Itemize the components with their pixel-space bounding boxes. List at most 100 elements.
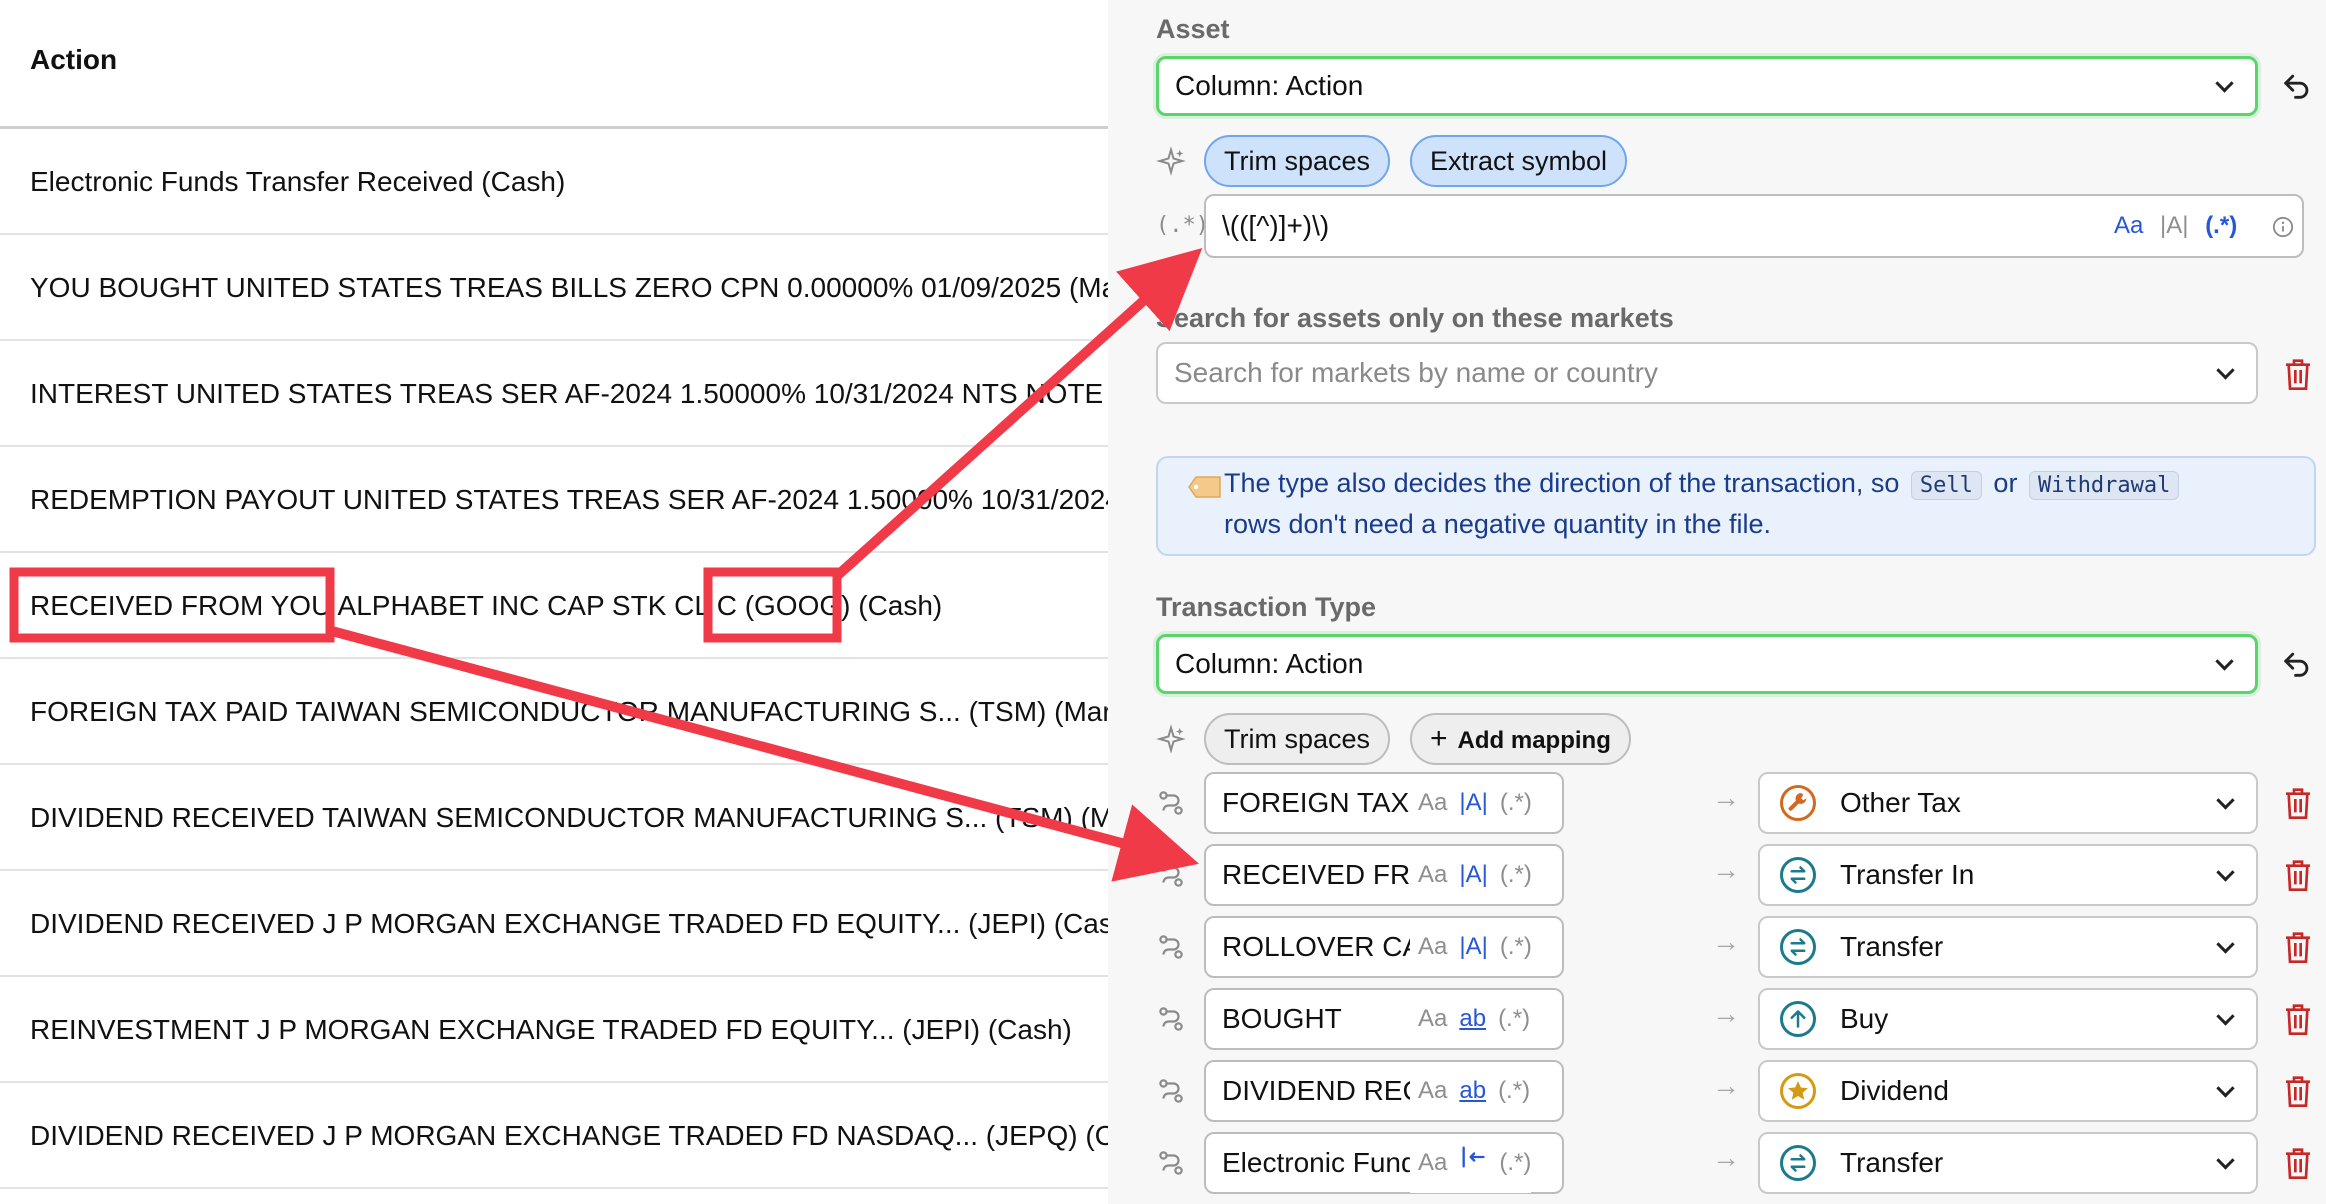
chevron-down-icon [2216, 1151, 2235, 1170]
mapping-pattern-input[interactable]: Electronic Funds Transfer Aa (.*) [1204, 1132, 1564, 1194]
mapping-pattern-input[interactable]: RECEIVED FROM YOU Aa |A| (.*) [1204, 844, 1564, 906]
transaction-type-label: Transaction Type [1156, 592, 1377, 622]
mapping-row: ROLLOVER CASH DIRECT Aa|A|(.*) → Transfe… [1108, 916, 2326, 978]
mapping-pattern-input[interactable]: FOREIGN TAX PAID TAIWAN Aa|A|(.*) [1204, 772, 1564, 834]
mapping-row: BOUGHT Aa ab (.*) → Buy [1108, 988, 2326, 1050]
arrow-right-icon: → [1712, 1070, 1740, 1101]
mapping-type-select[interactable]: Dividend [1758, 1060, 2258, 1122]
trash-icon[interactable] [2282, 785, 2314, 821]
substring-toggle[interactable]: ab [1459, 1077, 1486, 1104]
tag-icon [1188, 476, 1221, 498]
whole-word-toggle[interactable]: |A| [2160, 212, 2188, 239]
match-case-toggle[interactable]: Aa [2114, 212, 2143, 239]
table-row[interactable]: REDEMPTION PAYOUT UNITED STATES TREAS SE… [0, 447, 1108, 553]
mapping-rule-icon [1156, 788, 1186, 818]
add-mapping-button[interactable]: + Add mapping [1410, 713, 1631, 765]
table-row[interactable]: YOU BOUGHT UNITED STATES TREAS BILLS ZER… [0, 235, 1108, 341]
chevron-down-icon [2216, 1079, 2235, 1098]
withdrawal-code: Withdrawal [2028, 471, 2180, 500]
mapping-type-select[interactable]: Buy [1758, 988, 2258, 1050]
substring-toggle[interactable]: ab [1459, 1005, 1486, 1032]
asset-regex-input[interactable]: \(([^)]+)\) Aa |A| (.*) [1204, 194, 2304, 258]
whole-word-toggle[interactable]: |A| [1459, 933, 1487, 960]
transaction-type-column-select[interactable]: Column: Action [1156, 634, 2258, 694]
mapping-rule-icon [1156, 860, 1186, 890]
markets-select[interactable]: Search for markets by name or country [1156, 342, 2258, 404]
star-icon [1780, 1073, 1816, 1109]
chevron-down-icon [2216, 361, 2235, 380]
chevron-down-icon [2215, 74, 2234, 93]
table-header: Action [0, 0, 1108, 129]
mapping-rule-icon [1156, 1076, 1186, 1106]
transfer-icon [1780, 857, 1816, 893]
table-row[interactable]: Electronic Funds Transfer Received (Cash… [0, 129, 1108, 235]
transfer-icon [1780, 929, 1816, 965]
mapping-type-select[interactable]: Transfer In [1758, 844, 2258, 906]
column-header-action[interactable]: Action [30, 44, 117, 76]
import-mapping-panel: Asset Column: Action Trim spaces Extract… [1108, 0, 2326, 1204]
match-case-toggle[interactable]: Aa [1418, 789, 1447, 816]
info-icon[interactable] [2272, 216, 2294, 238]
arrow-right-icon: → [1712, 998, 1740, 1029]
asset-column-select[interactable]: Column: Action [1156, 56, 2258, 116]
arrow-right-icon: → [1712, 1142, 1740, 1173]
chevron-down-icon [2216, 1007, 2235, 1026]
regex-toggle[interactable]: (.*) [1500, 789, 1532, 816]
table-row[interactable]: REINVESTMENT J P MORGAN EXCHANGE TRADED … [0, 977, 1108, 1083]
whole-word-toggle[interactable]: |A| [1459, 861, 1487, 888]
mapping-pattern-input[interactable]: BOUGHT Aa ab (.*) [1204, 988, 1564, 1050]
undo-icon[interactable] [2280, 647, 2314, 681]
extract-symbol-chip[interactable]: Extract symbol [1410, 135, 1628, 187]
undo-icon[interactable] [2280, 69, 2314, 103]
regex-toggle[interactable]: (.*) [1499, 1149, 1531, 1176]
regex-toggle[interactable]: (.*) [1500, 861, 1532, 888]
table-row[interactable]: RECEIVED FROM YOU ALPHABET INC CAP STK C… [0, 553, 1108, 659]
match-case-toggle[interactable]: Aa [1418, 1149, 1447, 1176]
mapping-row: RECEIVED FROM YOU Aa |A| (.*) → Transfer I… [1108, 844, 2326, 906]
mapping-type-select[interactable]: Other Tax [1758, 772, 2258, 834]
match-case-toggle[interactable]: Aa [1418, 861, 1447, 888]
trash-icon[interactable] [2282, 1073, 2314, 1109]
arrow-right-icon: → [1712, 926, 1740, 957]
arrow-right-icon: → [1712, 782, 1740, 813]
regex-toggle[interactable]: (.*) [2205, 212, 2237, 239]
regex-toggle[interactable]: (.*) [1498, 1005, 1530, 1032]
table-row[interactable]: FOREIGN TAX PAID TAIWAN SEMICONDUCTOR MA… [0, 659, 1108, 765]
match-case-toggle[interactable]: Aa [1418, 933, 1447, 960]
plus-icon: + [1430, 722, 1448, 755]
info-callout: The type also decides the direction of t… [1156, 456, 2316, 556]
chevron-down-icon [2215, 652, 2234, 671]
regex-toggle[interactable]: (.*) [1500, 933, 1532, 960]
mapping-type-select[interactable]: Transfer [1758, 1132, 2258, 1194]
trim-spaces-chip[interactable]: Trim spaces [1204, 713, 1391, 765]
mapping-rule-icon [1156, 932, 1186, 962]
transfer-icon [1780, 1145, 1816, 1181]
regex-toggle[interactable]: (.*) [1498, 1077, 1530, 1104]
mapping-type-select[interactable]: Transfer [1758, 916, 2258, 978]
chevron-down-icon [2216, 863, 2235, 882]
table-row[interactable]: DIVIDEND RECEIVED TAIWAN SEMICONDUCTOR M… [0, 765, 1108, 871]
trash-icon[interactable] [2282, 929, 2314, 965]
arrow-up-icon [1780, 1001, 1816, 1037]
regex-icon: (.*) [1156, 213, 1209, 238]
chevron-down-icon [2216, 791, 2235, 810]
mapping-pattern-input[interactable]: ROLLOVER CASH DIRECT Aa|A|(.*) [1204, 916, 1564, 978]
mapping-rule-icon [1156, 1004, 1186, 1034]
table-row[interactable]: INTEREST UNITED STATES TREAS SER AF-2024… [0, 341, 1108, 447]
chevron-down-icon [2216, 935, 2235, 954]
match-case-toggle[interactable]: Aa [1418, 1077, 1447, 1104]
trim-spaces-chip[interactable]: Trim spaces [1204, 135, 1391, 187]
mapping-row: FOREIGN TAX PAID TAIWAN Aa|A|(.*) → Othe… [1108, 772, 2326, 834]
trash-icon[interactable] [2282, 356, 2314, 392]
trash-icon[interactable] [2282, 857, 2314, 893]
mapping-row: Electronic Funds Transfer Aa (.*) → Trans… [1108, 1132, 2326, 1194]
wrench-icon [1780, 785, 1816, 821]
mapping-pattern-input[interactable]: DIVIDEND RECEIVED Aa ab (.*) [1204, 1060, 1564, 1122]
trash-icon[interactable] [2282, 1001, 2314, 1037]
whole-word-toggle[interactable]: |A| [1459, 789, 1487, 816]
match-case-toggle[interactable]: Aa [1418, 1005, 1447, 1032]
starts-with-icon[interactable] [1459, 1135, 1487, 1193]
trash-icon[interactable] [2282, 1145, 2314, 1181]
table-row[interactable]: DIVIDEND RECEIVED J P MORGAN EXCHANGE TR… [0, 871, 1108, 977]
table-row[interactable]: DIVIDEND RECEIVED J P MORGAN EXCHANGE TR… [0, 1083, 1108, 1189]
